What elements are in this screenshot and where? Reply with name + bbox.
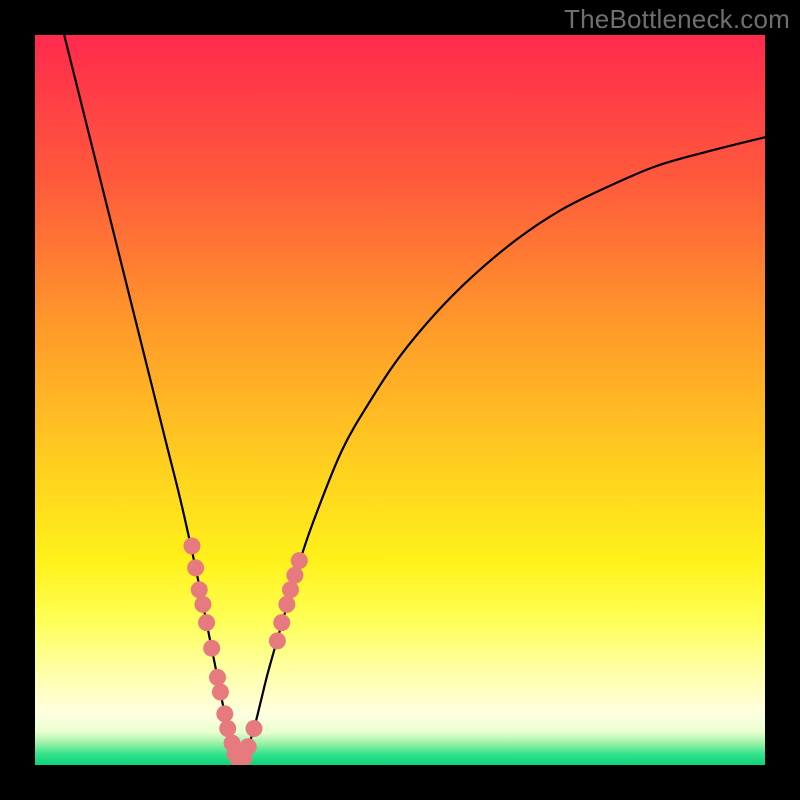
sample-marker bbox=[246, 720, 263, 737]
chart-frame: TheBottleneck.com bbox=[0, 0, 800, 800]
sample-marker bbox=[219, 720, 236, 737]
gradient-panel bbox=[35, 35, 765, 765]
sample-marker bbox=[198, 614, 215, 631]
bottleneck-chart bbox=[35, 35, 765, 765]
sample-marker bbox=[203, 640, 220, 657]
watermark-text: TheBottleneck.com bbox=[564, 4, 790, 35]
sample-marker bbox=[209, 669, 226, 686]
sample-marker bbox=[273, 614, 290, 631]
sample-marker bbox=[194, 596, 211, 613]
sample-marker bbox=[278, 596, 295, 613]
sample-marker bbox=[269, 632, 286, 649]
sample-marker bbox=[282, 581, 299, 598]
sample-marker bbox=[187, 559, 204, 576]
sample-marker bbox=[216, 705, 233, 722]
sample-marker bbox=[212, 684, 229, 701]
sample-marker bbox=[286, 567, 303, 584]
sample-marker bbox=[183, 538, 200, 555]
sample-marker bbox=[291, 552, 308, 569]
sample-marker bbox=[240, 738, 257, 755]
sample-marker bbox=[191, 581, 208, 598]
